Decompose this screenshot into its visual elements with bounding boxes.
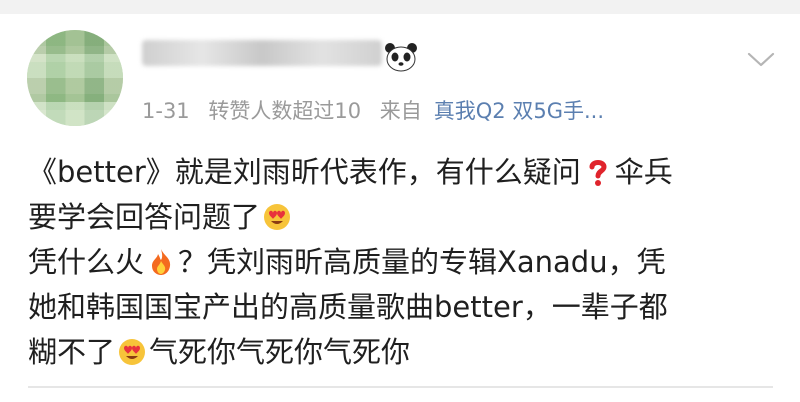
content-line-2: 要学会回答问题了 [28, 195, 773, 240]
fire-icon [152, 249, 171, 275]
chevron-down-icon[interactable] [746, 50, 776, 70]
top-strip [0, 0, 800, 14]
content-line-5: 糊不了 气死你气死你气死你 [28, 335, 411, 369]
post-date: 1-31 [142, 99, 190, 123]
from-label: 来自 [379, 99, 422, 123]
repost-count: 转赞人数超过10 [208, 99, 362, 123]
content-line-3: 凭什么火 ？凭刘雨昕高质量的专辑Xanadu，凭 [28, 245, 666, 279]
heart-eyes-icon [119, 339, 146, 365]
post-content: 《better》就是刘雨昕代表作，有什么疑问 伞兵 要学会回答问题了 凭什么火 ？凭… [28, 150, 773, 375]
red-question-icon [589, 160, 607, 186]
panda-icon [385, 43, 417, 72]
divider [28, 386, 773, 388]
heart-eyes-icon [264, 204, 291, 230]
content-line-4: 她和韩国国宝产出的高质量歌曲better，一辈子都 [28, 290, 668, 324]
post-meta: 1-31 转赞人数超过10 来自 真我Q2 双5G手... [142, 95, 616, 125]
avatar[interactable] [27, 30, 123, 126]
content-line-1: 《better》就是刘雨昕代表作，有什么疑问 伞兵 [28, 155, 673, 189]
username-blurred[interactable] [142, 40, 382, 66]
source-device-link[interactable]: 真我Q2 双5G手... [434, 99, 604, 123]
